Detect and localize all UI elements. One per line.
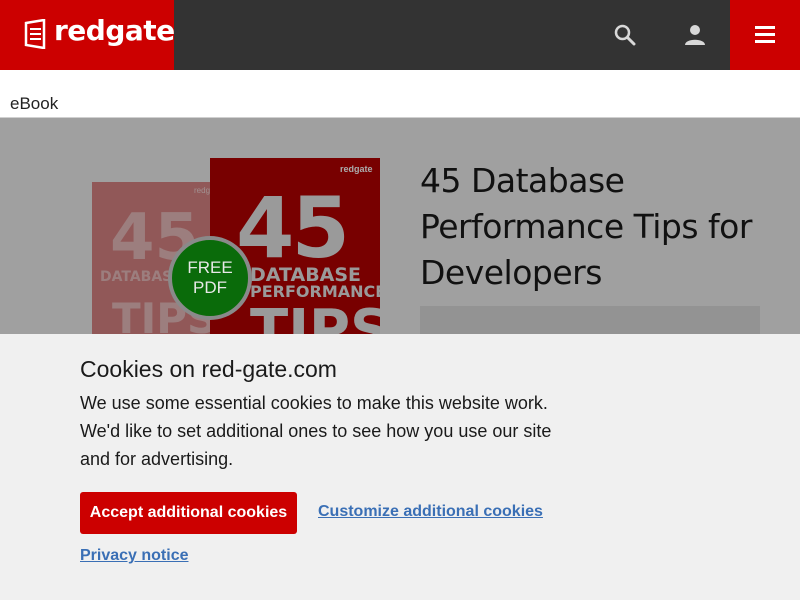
- customize-cookies-link[interactable]: Customize additional cookies: [318, 503, 543, 521]
- cookie-banner: Cookies on red-gate.com We use some esse…: [0, 334, 800, 600]
- privacy-notice-link[interactable]: Privacy notice: [80, 547, 189, 565]
- hero-section: redgate 45 DATABASE TIPS redgate 45 DATA…: [0, 118, 800, 334]
- cookie-description: We use some essential cookies to make th…: [80, 393, 552, 469]
- logo-link[interactable]: redgate: [0, 0, 175, 70]
- logo-text: redgate: [54, 14, 175, 47]
- user-icon: [685, 25, 705, 45]
- menu-icon: [755, 26, 775, 44]
- accept-cookies-button[interactable]: Accept additional cookies: [80, 492, 297, 534]
- account-button[interactable]: [680, 20, 710, 50]
- menu-button[interactable]: [730, 0, 800, 70]
- breadcrumb: eBook: [10, 94, 59, 113]
- breadcrumb-bar: eBook: [0, 70, 800, 118]
- search-button[interactable]: [610, 20, 640, 50]
- search-icon: [614, 24, 636, 46]
- badge-line2: PDF: [193, 278, 227, 297]
- free-pdf-badge: FREE PDF: [168, 236, 252, 320]
- redgate-logo-icon: [24, 19, 46, 49]
- cookie-title: Cookies on red-gate.com: [80, 356, 337, 382]
- badge-line1: FREE: [187, 258, 233, 277]
- page-title: 45 Database Performance Tips for Develop…: [420, 161, 752, 292]
- site-header: redgate: [0, 0, 800, 70]
